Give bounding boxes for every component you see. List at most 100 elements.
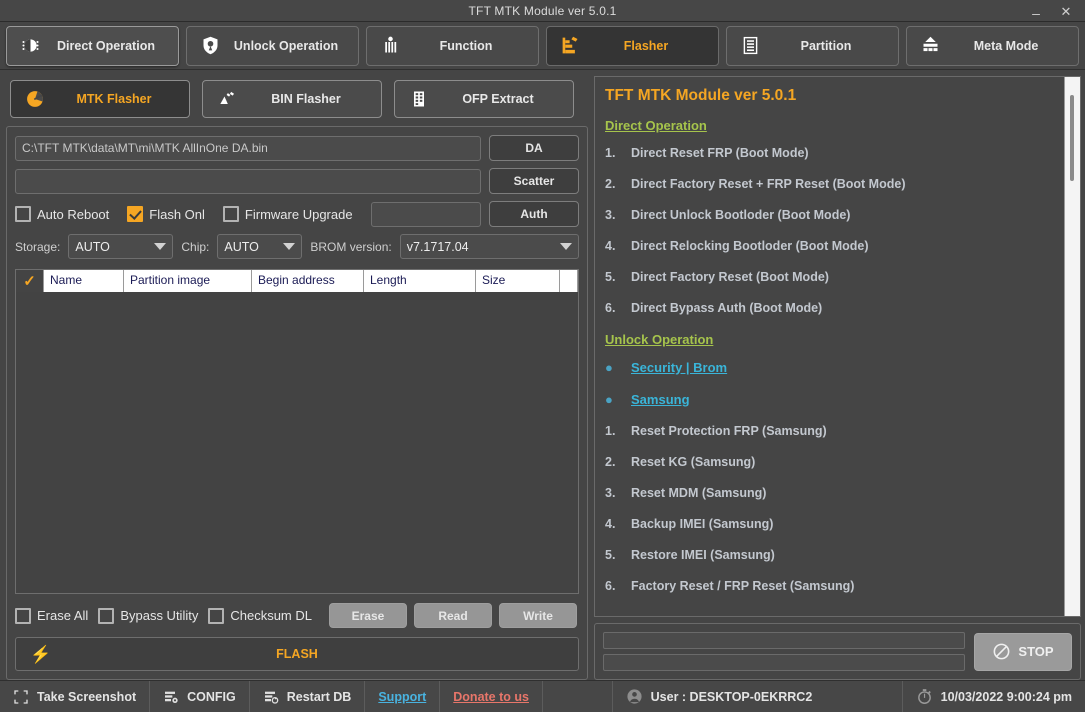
list-item[interactable]: ● Samsung <box>605 392 1052 407</box>
column-header-name[interactable]: Name <box>44 270 124 292</box>
options-row: Auto Reboot Flash Onl Firmware Upgrade A… <box>15 201 579 227</box>
checkbox-box <box>208 607 225 624</box>
crop-frame-icon <box>14 689 28 704</box>
info-scrollbar[interactable] <box>1064 77 1080 616</box>
restart-db-button[interactable]: Restart DB <box>250 681 366 712</box>
column-header-length[interactable]: Length <box>364 270 476 292</box>
item-number: 1. <box>605 424 616 438</box>
unlock-shield-icon <box>203 36 218 55</box>
support-link[interactable]: Support <box>365 681 441 712</box>
subtab-ofp-extract[interactable]: OFP Extract <box>394 80 574 118</box>
storage-value: AUTO <box>75 239 110 254</box>
list-item[interactable]: ● Security | Brom <box>605 360 1052 375</box>
subtab-mtk-flasher[interactable]: MTK Flasher <box>10 80 190 118</box>
partition-list-icon <box>743 36 758 55</box>
status-label: Donate to us <box>453 689 529 704</box>
link-samsung[interactable]: Samsung <box>631 392 690 407</box>
checkbox-box <box>222 206 239 222</box>
flasher-icon <box>562 36 578 54</box>
scrollbar-thumb[interactable] <box>1070 95 1074 181</box>
list-item[interactable]: 4. Direct Relocking Bootloder (Boot Mode… <box>605 239 1052 253</box>
section-heading-direct-operation[interactable]: Direct Operation <box>605 118 1052 133</box>
cells-icon <box>22 39 39 52</box>
info-content: TFT MTK Module ver 5.0.1 Direct Operatio… <box>595 77 1064 616</box>
list-item[interactable]: 5. Direct Factory Reset (Boot Mode) <box>605 270 1052 284</box>
da-button[interactable]: DA <box>489 135 579 161</box>
tab-label: Unlock Operation <box>233 38 339 53</box>
list-item[interactable]: 6. Direct Bypass Auth (Boot Mode) <box>605 301 1052 315</box>
item-number: 4. <box>605 517 616 531</box>
checkbox-erase-all[interactable]: Erase All <box>15 607 88 624</box>
tab-function[interactable]: Function <box>366 25 539 66</box>
checkbox-firmware-upgrade[interactable]: Firmware Upgrade <box>222 206 353 222</box>
select-all-checkbox[interactable]: ✓ <box>16 270 44 292</box>
sub-tab-bar: MTK Flasher BIN Flasher OFP Extract <box>6 76 588 126</box>
da-path-row: C:\TFT MTK\data\MT\mi\MTK AllInOne DA.bi… <box>15 135 579 161</box>
tab-direct-operation[interactable]: Direct Operation <box>6 25 179 66</box>
user-status: User : DESKTOP-0EKRRC2 <box>613 681 903 712</box>
item-text: Reset KG (Samsung) <box>631 455 756 469</box>
item-number: 3. <box>605 208 616 222</box>
column-header-partition-image[interactable]: Partition image <box>124 270 252 292</box>
tab-label: Direct Operation <box>57 38 155 53</box>
tab-label: Function <box>439 38 493 53</box>
scatter-path-input[interactable] <box>15 168 481 194</box>
brom-version-select[interactable]: v7.1717.04 <box>399 234 579 259</box>
user-label: User : DESKTOP-0EKRRC2 <box>650 689 813 704</box>
storage-select[interactable]: AUTO <box>68 234 174 259</box>
checkbox-box <box>15 206 31 222</box>
minimize-button[interactable]: – <box>1021 0 1051 22</box>
stop-button[interactable]: STOP <box>974 632 1072 671</box>
close-button[interactable]: ✕ <box>1051 0 1081 22</box>
chip-select[interactable]: AUTO <box>217 234 303 259</box>
item-number: 1. <box>605 146 616 160</box>
list-item[interactable]: 1. Reset Protection FRP (Samsung) <box>605 424 1052 438</box>
checkbox-checksum-dl[interactable]: Checksum DL <box>208 607 312 624</box>
checkbox-auto-reboot[interactable]: Auto Reboot <box>15 206 109 222</box>
flash-button[interactable]: ⚡ FLASH <box>15 637 579 671</box>
list-item[interactable]: 2. Reset KG (Samsung) <box>605 455 1052 469</box>
table-body[interactable] <box>16 292 578 593</box>
auth-path-input[interactable] <box>370 201 481 227</box>
tab-meta-mode[interactable]: Meta Mode <box>906 25 1079 66</box>
brom-version-label: BROM version: <box>310 239 392 254</box>
list-item[interactable]: 3. Reset MDM (Samsung) <box>605 486 1052 500</box>
list-item[interactable]: 4. Backup IMEI (Samsung) <box>605 517 1052 531</box>
list-item[interactable]: 5. Restore IMEI (Samsung) <box>605 548 1052 562</box>
checkbox-flash-only[interactable]: Flash Onl <box>127 206 205 222</box>
tab-flasher[interactable]: Flasher <box>546 25 719 66</box>
section-heading-unlock-operation[interactable]: Unlock Operation <box>605 332 1052 347</box>
item-text: Reset MDM (Samsung) <box>631 486 767 500</box>
config-button[interactable]: CONFIG <box>150 681 250 712</box>
brom-version-value: v7.1717.04 <box>406 239 469 254</box>
link-security-brom[interactable]: Security | Brom <box>631 360 727 375</box>
database-refresh-icon <box>264 691 279 704</box>
write-button[interactable]: Write <box>498 603 577 628</box>
main-tab-bar: Direct Operation Unlock Operation Functi… <box>0 22 1085 70</box>
subtab-bin-flasher[interactable]: BIN Flasher <box>202 80 382 118</box>
item-text: Factory Reset / FRP Reset (Samsung) <box>631 579 855 593</box>
take-screenshot-button[interactable]: Take Screenshot <box>0 681 151 712</box>
status-label: Support <box>378 689 427 704</box>
pie-chart-icon <box>27 91 43 107</box>
column-header-size[interactable]: Size <box>476 270 560 292</box>
read-button[interactable]: Read <box>413 603 492 628</box>
tab-partition[interactable]: Partition <box>726 25 899 66</box>
list-item[interactable]: 2. Direct Factory Reset + FRP Reset (Boo… <box>605 177 1052 191</box>
scatter-button[interactable]: Scatter <box>489 168 579 194</box>
auth-button[interactable]: Auth <box>489 201 579 227</box>
bullet-icon: ● <box>605 360 613 375</box>
tab-unlock-operation[interactable]: Unlock Operation <box>186 25 359 66</box>
list-item[interactable]: 6. Factory Reset / FRP Reset (Samsung) <box>605 579 1052 593</box>
column-header-begin-address[interactable]: Begin address <box>252 270 364 292</box>
info-title: TFT MTK Module ver 5.0.1 <box>605 87 797 104</box>
donate-link[interactable]: Donate to us <box>440 681 543 712</box>
da-path-input[interactable]: C:\TFT MTK\data\MT\mi\MTK AllInOne DA.bi… <box>15 135 481 161</box>
list-item[interactable]: 1. Direct Reset FRP (Boot Mode) <box>605 146 1052 160</box>
checkbox-bypass-utility[interactable]: Bypass Utility <box>98 607 198 624</box>
subtab-label: MTK Flasher <box>76 92 152 106</box>
chip-label: Chip: <box>181 239 210 254</box>
item-text: Direct Unlock Bootloder (Boot Mode) <box>631 208 851 222</box>
erase-button[interactable]: Erase <box>328 603 407 628</box>
list-item[interactable]: 3. Direct Unlock Bootloder (Boot Mode) <box>605 208 1052 222</box>
